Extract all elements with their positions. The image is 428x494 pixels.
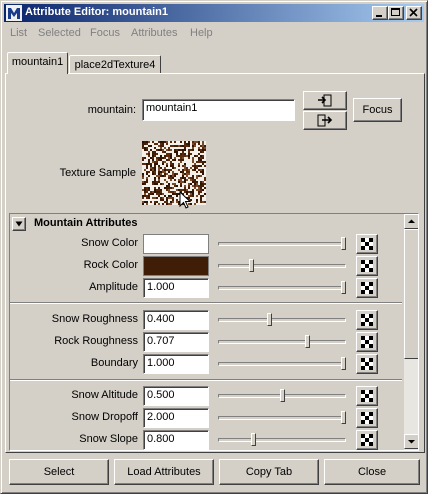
scroll-thumb[interactable] [404,229,418,359]
close-button[interactable] [406,6,422,20]
attribute-slider[interactable] [218,438,346,442]
section-divider [10,379,402,381]
attribute-value-field[interactable]: 1.000 [143,278,209,298]
attribute-label: Snow Dropoff [71,411,138,423]
slider-thumb[interactable] [341,411,346,424]
section-title: Mountain Attributes [34,217,138,229]
menu-list[interactable]: List [10,27,27,39]
slider-thumb[interactable] [249,259,254,272]
attribute-slider[interactable] [218,416,346,420]
minimize-button[interactable] [372,6,388,20]
map-texture-button[interactable] [356,354,378,374]
menu-attributes[interactable]: Attributes [131,27,177,39]
texture-sample-label: Texture Sample [59,167,136,179]
map-texture-button[interactable] [356,430,378,450]
collapse-arrow-icon [15,221,23,227]
slider-thumb[interactable] [251,433,256,446]
attribute-slider[interactable] [218,242,346,246]
map-texture-button[interactable] [356,408,378,428]
map-texture-button[interactable] [356,332,378,352]
checker-map-icon [361,412,373,424]
input-connection-icon [318,94,332,107]
attribute-slider[interactable] [218,264,346,268]
maya-logo-icon [6,5,22,21]
attribute-label: Snow Roughness [51,313,138,325]
section-collapse-button[interactable] [12,217,26,231]
map-texture-button[interactable] [356,256,378,276]
map-texture-button[interactable] [356,234,378,254]
select-button[interactable]: Select [9,459,109,485]
vertical-scrollbar[interactable] [404,214,418,450]
slider-thumb[interactable] [341,281,346,294]
attribute-slider[interactable] [218,286,346,290]
output-connection-button[interactable] [303,111,347,130]
menu-focus[interactable]: Focus [90,27,120,39]
title-bar[interactable]: Attribute Editor: mountain1 [4,4,424,22]
node-name-field[interactable]: mountain1 [142,99,295,121]
attribute-label: Snow Slope [79,433,138,445]
input-connection-button[interactable] [303,91,347,110]
output-connection-icon [317,114,333,127]
arrow-down-icon [408,440,415,444]
map-texture-button[interactable] [356,386,378,406]
attribute-label: Rock Color [83,259,138,271]
slider-thumb[interactable] [305,335,310,348]
maximize-icon [391,8,400,16]
node-name-label: mountain: [87,104,136,116]
close-button-bottom[interactable]: Close [324,459,420,485]
checker-map-icon [361,260,373,272]
mouse-cursor-icon [179,191,192,209]
color-swatch[interactable] [143,234,209,254]
attribute-scroll-region[interactable]: Mountain Attributes Snow Color Rock Color… [9,213,419,451]
checker-map-icon [361,238,373,250]
checker-map-icon [361,314,373,326]
attribute-value-field[interactable]: 0.707 [143,332,209,352]
attribute-editor-window: Attribute Editor: mountain1 List Selecte… [0,0,428,494]
attribute-value-field[interactable]: 0.800 [143,430,209,450]
attribute-value-field[interactable]: 1.000 [143,354,209,374]
attribute-slider[interactable] [218,318,346,322]
checker-map-icon [361,358,373,370]
color-swatch[interactable] [143,256,209,276]
attribute-value-field[interactable]: 0.400 [143,310,209,330]
map-texture-button[interactable] [356,310,378,330]
maximize-button[interactable] [388,6,404,20]
attribute-value-field[interactable]: 0.500 [143,386,209,406]
load-attributes-button[interactable]: Load Attributes [114,459,214,485]
window-title: Attribute Editor: mountain1 [25,6,168,18]
scroll-down-button[interactable] [404,434,418,449]
slider-thumb[interactable] [267,313,272,326]
tab-place2dtexture4[interactable]: place2dTexture4 [69,55,161,74]
slider-thumb[interactable] [341,237,346,250]
attribute-label: Snow Color [81,237,138,249]
menu-bar: List Selected Focus Attributes Help [5,25,423,42]
map-texture-button[interactable] [356,278,378,298]
copy-tab-button[interactable]: Copy Tab [219,459,319,485]
checker-map-icon [361,434,373,446]
attribute-label: Boundary [90,357,138,369]
section-divider [10,302,402,304]
focus-button[interactable]: Focus [353,98,402,122]
attribute-slider[interactable] [218,340,346,344]
texture-sample-swatch[interactable] [142,141,206,205]
attribute-slider[interactable] [218,362,346,366]
minimize-icon [376,15,382,17]
attribute-label: Rock Roughness [54,335,138,347]
tab-mountain1[interactable]: mountain1 [7,52,68,74]
attribute-value-field[interactable]: 2.000 [143,408,209,428]
scroll-up-button[interactable] [404,214,418,229]
attribute-label: Amplitude [89,281,138,293]
arrow-up-icon [408,219,415,223]
close-icon [409,8,418,17]
checker-map-icon [361,282,373,294]
checker-map-icon [361,390,373,402]
menu-selected[interactable]: Selected [38,27,81,39]
slider-thumb[interactable] [341,357,346,370]
checker-map-icon [361,336,373,348]
menu-help[interactable]: Help [190,27,213,39]
slider-thumb[interactable] [280,389,285,402]
attribute-label: Snow Altitude [71,389,138,401]
